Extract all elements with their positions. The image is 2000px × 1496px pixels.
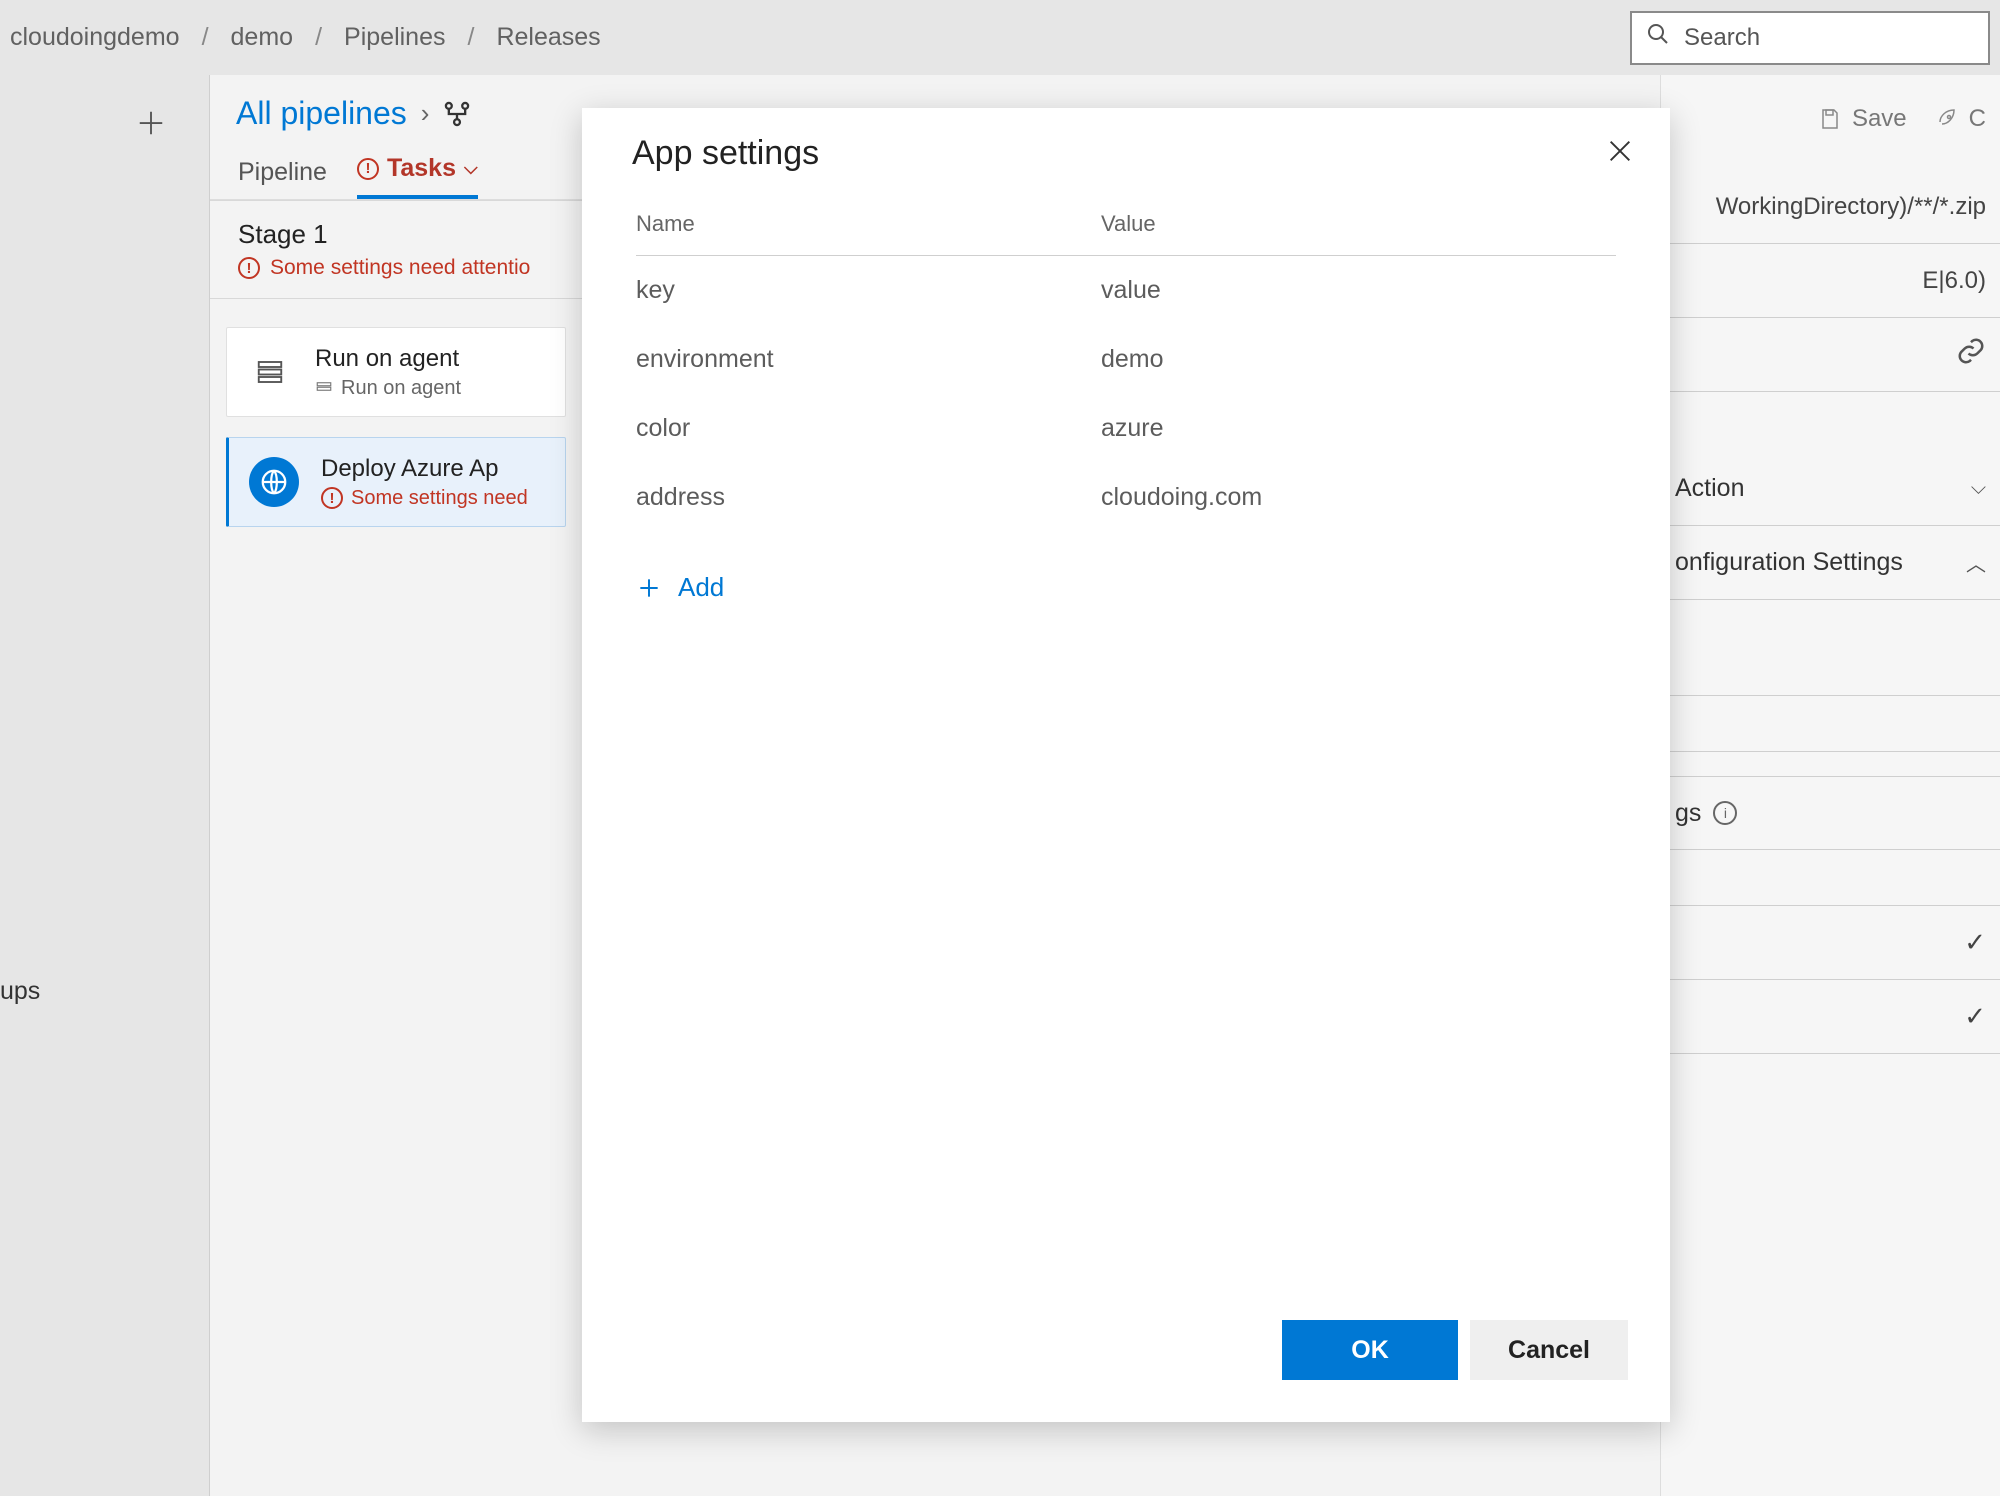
dialog-footer: OK Cancel: [582, 1320, 1670, 1422]
setting-name[interactable]: key: [636, 276, 1101, 305]
runtime-field[interactable]: E|6.0): [1661, 244, 2000, 318]
link-icon: [1956, 336, 1986, 373]
package-path-field[interactable]: WorkingDirectory)/**/*.zip: [1661, 170, 2000, 244]
task-title: Deploy Azure Ap: [321, 455, 528, 483]
close-button[interactable]: [1606, 137, 1634, 170]
add-label: Add: [678, 572, 724, 603]
task-run-on-agent[interactable]: Run on agent Run on agent: [226, 327, 566, 417]
config-row[interactable]: [1661, 850, 2000, 906]
chevron-down-icon: ⌵: [1971, 477, 1986, 500]
info-icon[interactable]: i: [1713, 801, 1737, 825]
config-row[interactable]: [1661, 640, 2000, 696]
app-settings-row[interactable]: gs i: [1661, 776, 2000, 850]
search-icon: [1646, 22, 1670, 53]
sidebar-item-cut[interactable]: ups: [0, 977, 40, 1006]
search-input[interactable]: Search: [1630, 11, 1990, 65]
search-placeholder: Search: [1684, 24, 1760, 52]
dialog-header: App settings: [582, 108, 1670, 183]
check-row[interactable]: ✓: [1661, 980, 2000, 1054]
col-value-header: Value: [1101, 211, 1616, 237]
error-icon: !: [357, 158, 379, 180]
editor-toolbar: Save C: [1818, 105, 1986, 133]
check-icon: ✓: [1964, 1001, 1986, 1032]
breadcrumb-sep: /: [315, 23, 322, 52]
task-warning: ! Some settings need: [321, 487, 528, 510]
ok-button[interactable]: OK: [1282, 1320, 1458, 1380]
col-name-header: Name: [636, 211, 1101, 237]
tab-pipeline[interactable]: Pipeline: [238, 158, 327, 199]
table-row[interactable]: environment demo: [636, 325, 1616, 394]
left-sidebar: ups: [0, 75, 210, 1496]
error-icon: !: [238, 257, 260, 279]
setting-value[interactable]: azure: [1101, 414, 1616, 443]
tab-tasks[interactable]: ! Tasks ⌵: [357, 154, 478, 199]
pipeline-icon: [443, 100, 471, 128]
task-deploy-azure-app[interactable]: Deploy Azure Ap ! Some settings need: [226, 437, 566, 527]
table-row[interactable]: address cloudoing.com: [636, 463, 1616, 532]
breadcrumb: cloudoingdemo / demo / Pipelines / Relea…: [10, 23, 601, 52]
setting-name[interactable]: environment: [636, 345, 1101, 374]
new-pipeline-button[interactable]: [133, 105, 169, 141]
dialog-title: App settings: [632, 134, 819, 173]
check-row[interactable]: ✓: [1661, 906, 2000, 980]
setting-value[interactable]: value: [1101, 276, 1616, 305]
setting-value[interactable]: cloudoing.com: [1101, 483, 1616, 512]
setting-name[interactable]: color: [636, 414, 1101, 443]
check-icon: ✓: [1964, 927, 1986, 958]
chevron-right-icon: ›: [421, 98, 430, 129]
tab-tasks-label: Tasks: [387, 154, 456, 183]
cancel-button[interactable]: Cancel: [1470, 1320, 1628, 1380]
breadcrumb-section[interactable]: Pipelines: [344, 23, 445, 52]
azure-app-service-icon: [249, 457, 299, 507]
topbar: cloudoingdemo / demo / Pipelines / Relea…: [0, 0, 2000, 75]
all-pipelines-link[interactable]: All pipelines: [236, 95, 407, 132]
add-setting-button[interactable]: Add: [636, 572, 1616, 603]
chevron-up-icon: ︿: [1966, 548, 1986, 577]
save-button[interactable]: Save: [1818, 105, 1907, 133]
setting-name[interactable]: address: [636, 483, 1101, 512]
link-field[interactable]: [1661, 318, 2000, 392]
breadcrumb-page[interactable]: Releases: [496, 23, 600, 52]
agent-icon: [247, 349, 293, 395]
app-settings-dialog: App settings Name Value key value enviro…: [582, 108, 1670, 1422]
error-icon: !: [321, 487, 343, 509]
table-row[interactable]: color azure: [636, 394, 1616, 463]
create-release-button[interactable]: C: [1935, 105, 1986, 133]
section-config-settings[interactable]: onfiguration Settings ︿: [1661, 526, 2000, 600]
breadcrumb-project[interactable]: demo: [231, 23, 294, 52]
breadcrumb-sep: /: [202, 23, 209, 52]
chevron-down-icon[interactable]: ⌵: [464, 158, 478, 179]
config-row[interactable]: [1661, 696, 2000, 752]
breadcrumb-org[interactable]: cloudoingdemo: [10, 23, 180, 52]
breadcrumb-sep: /: [467, 23, 474, 52]
properties-panel: Save C WorkingDirectory)/**/*.zip E|6.0)…: [1660, 75, 2000, 1496]
setting-value[interactable]: demo: [1101, 345, 1616, 374]
task-subtitle: Run on agent: [315, 377, 461, 400]
task-title: Run on agent: [315, 345, 461, 373]
table-row[interactable]: key value: [636, 256, 1616, 325]
dialog-body: Name Value key value environment demo co…: [582, 183, 1670, 1320]
settings-table-header: Name Value: [636, 211, 1616, 256]
section-action[interactable]: Action ⌵: [1661, 452, 2000, 526]
